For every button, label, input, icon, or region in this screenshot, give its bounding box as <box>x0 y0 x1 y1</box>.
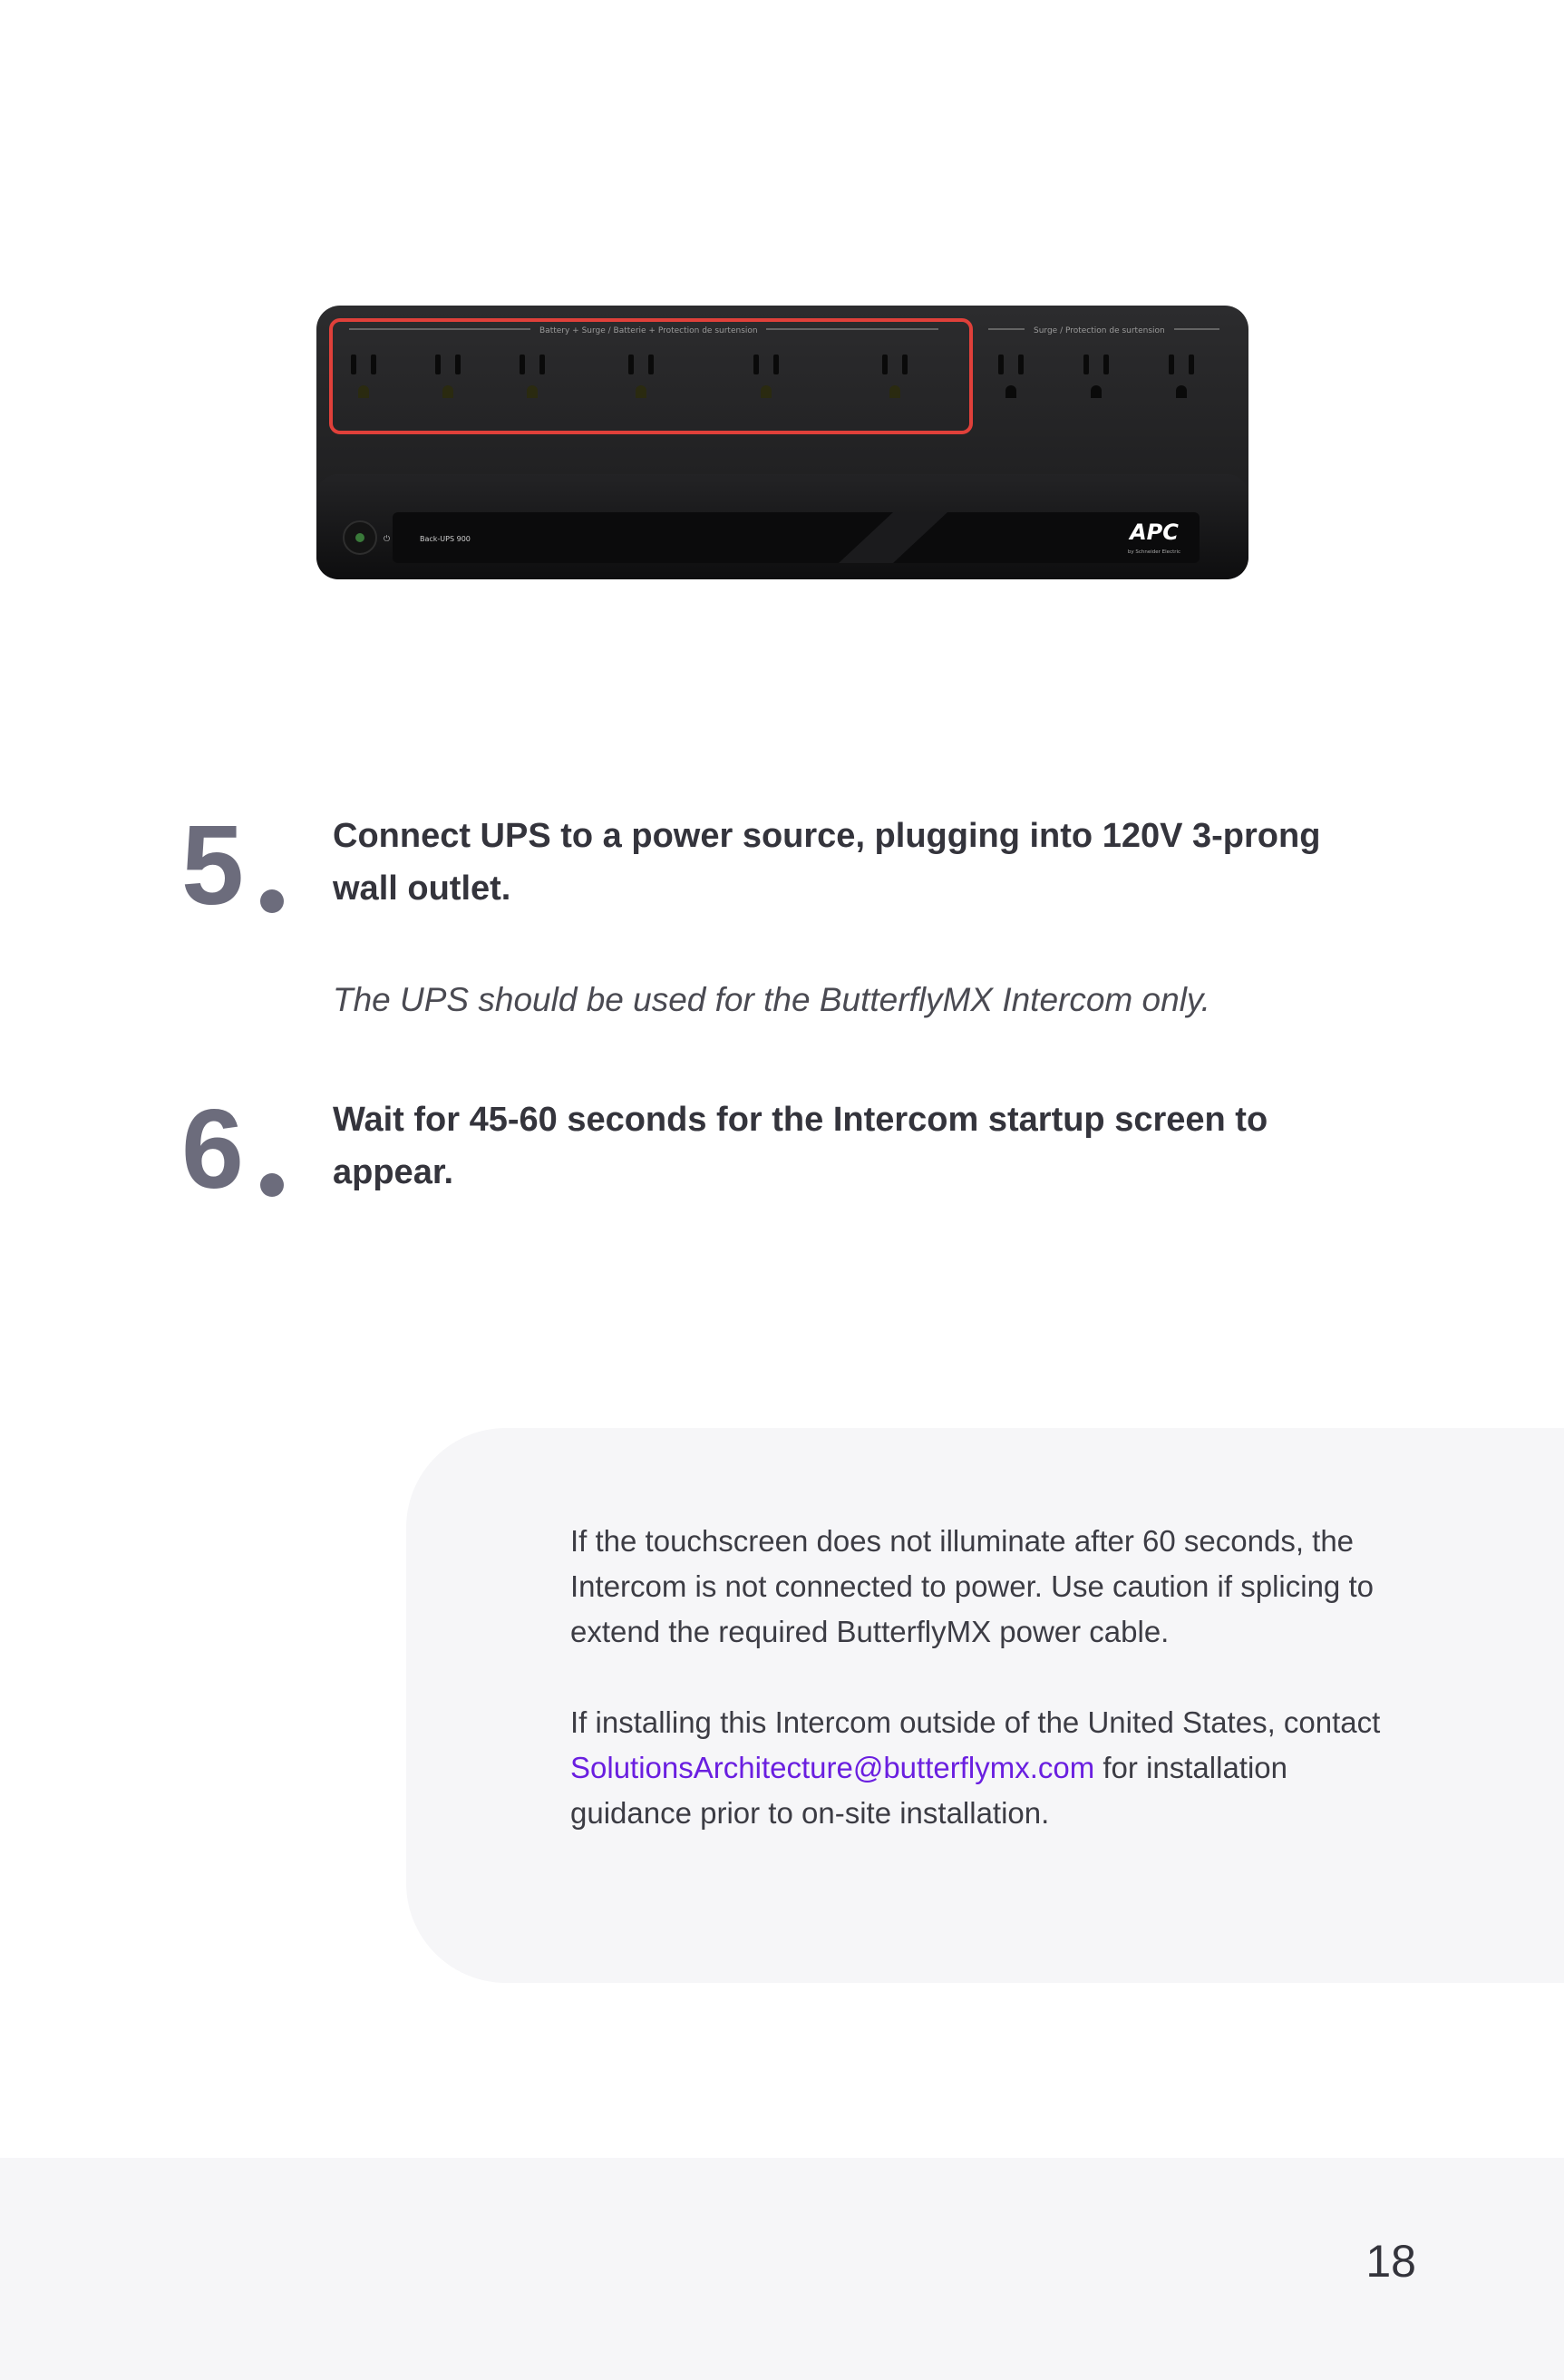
page-number: 18 <box>1365 2236 1416 2287</box>
step-number: 6 <box>181 1093 284 1206</box>
step-number-dot <box>260 1173 284 1197</box>
page-footer: 18 <box>0 2158 1564 2380</box>
svg-text:⏻: ⏻ <box>384 534 390 544</box>
step-instruction: Wait for 45-60 seconds for the Intercom … <box>333 1101 1268 1191</box>
model-label: Back-UPS 900 <box>420 535 471 543</box>
step-5: 5 Connect UPS to a power source, pluggin… <box>181 810 1378 1045</box>
step-note: The UPS should be used for the Butterfly… <box>333 981 1210 1018</box>
step-number-dot <box>260 889 284 913</box>
apc-logo-sub: by Schneider Electric <box>1128 549 1180 555</box>
surge-only-label: Surge / Protection de surtension <box>1034 326 1165 335</box>
callout-paragraph-2: If installing this Intercom outside of t… <box>570 1700 1386 1836</box>
email-link[interactable]: SolutionsArchitecture@butterflymx.com <box>570 1751 1094 1784</box>
apc-logo: APC <box>1128 520 1179 545</box>
callout-panel: If the touchscreen does not illuminate a… <box>406 1428 1564 1983</box>
callout-paragraph-1: If the touchscreen does not illuminate a… <box>570 1524 1374 1648</box>
callout-text: If installing this Intercom outside of t… <box>570 1705 1381 1739</box>
battery-surge-label: Battery + Surge / Batterie + Protection … <box>539 326 758 335</box>
ups-display-panel <box>393 512 1200 563</box>
step-number: 5 <box>181 810 284 922</box>
step-6: 6 Wait for 45-60 seconds for the Interco… <box>181 1093 1378 1211</box>
step-instruction: Connect UPS to a power source, plugging … <box>333 817 1321 908</box>
ups-product-image: Battery + Surge / Batterie + Protection … <box>313 302 1248 583</box>
